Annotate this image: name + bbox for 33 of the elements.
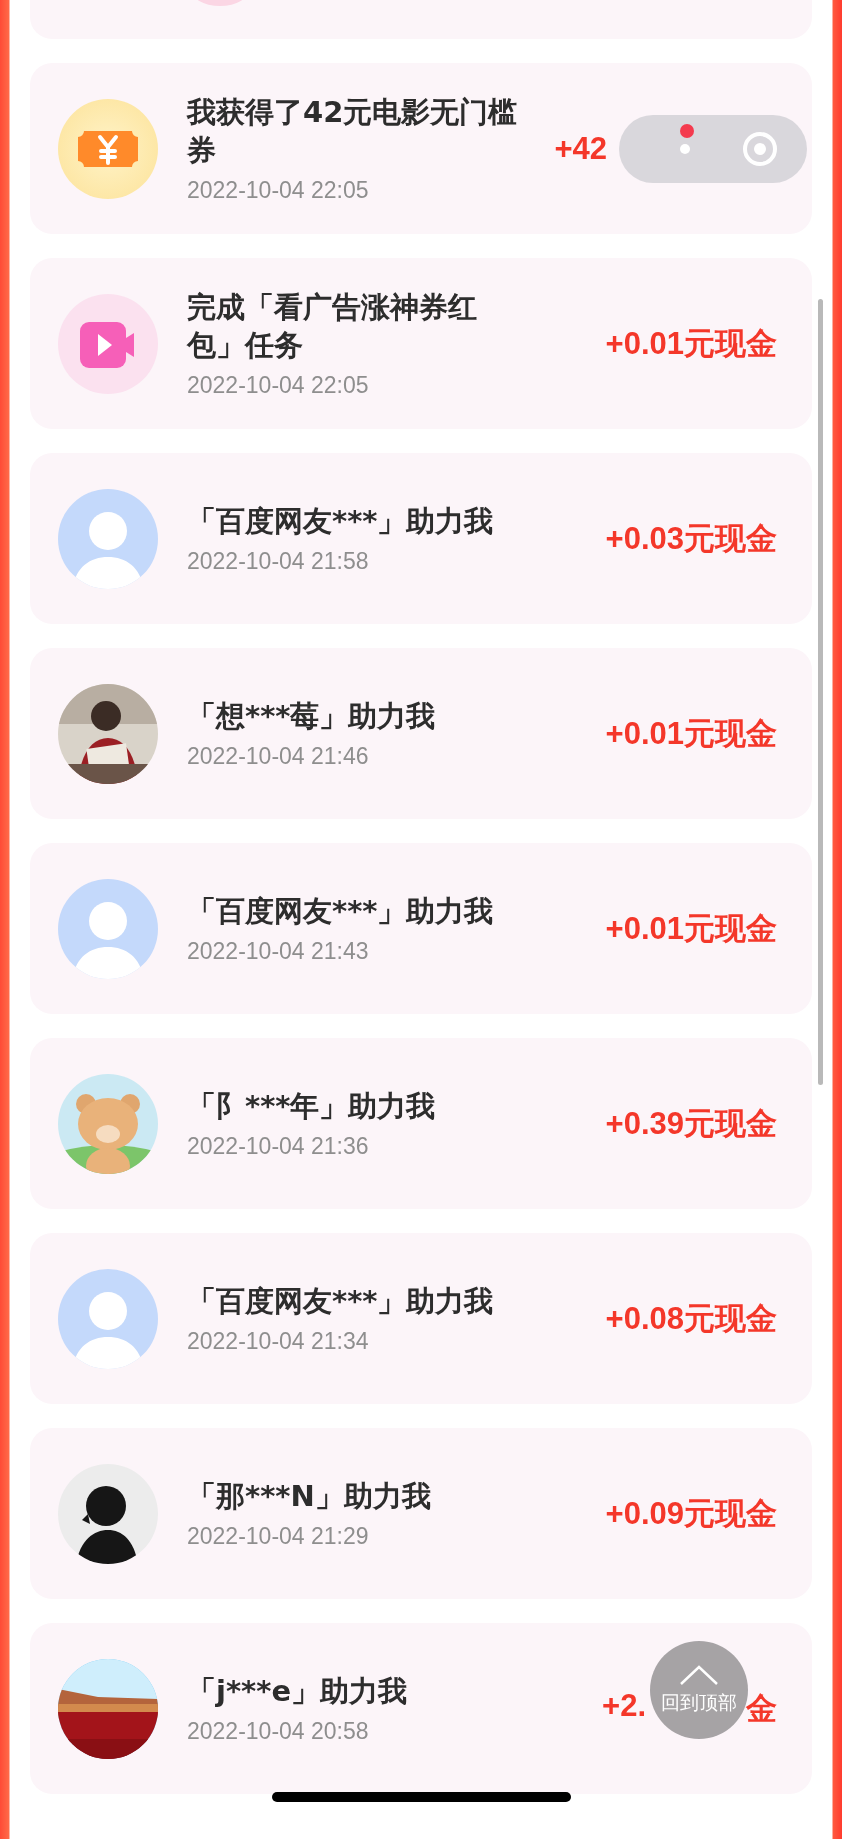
- cash-amount: 金: [746, 1689, 777, 1728]
- record-time: 2022-10-04 21:36: [187, 1133, 370, 1160]
- record-title: 「百度网友***」助力我: [187, 1283, 495, 1320]
- cash-amount: +0.01元现金: [605, 714, 777, 753]
- record-title: 「阝***年」助力我: [187, 1088, 437, 1125]
- record-time: 2022-10-04 21:34: [187, 1328, 370, 1355]
- record-time: 2022-10-04 22:05: [187, 372, 370, 399]
- record-time: 2022-10-04 21:29: [187, 1523, 370, 1550]
- record-title: 「j***e」助力我: [187, 1673, 409, 1710]
- record-title: 「那***N」助力我: [187, 1478, 432, 1515]
- cash-amount: +0.01元现金: [605, 909, 777, 948]
- cash-amount: +0.08元现金: [605, 1299, 777, 1338]
- chevron-up-icon: [679, 1664, 719, 1686]
- ticket-icon: [58, 98, 158, 199]
- record-title: 「百度网友***」助力我: [187, 893, 495, 930]
- record-title: 「百度网友***」助力我: [187, 503, 495, 540]
- notification-dot: [680, 124, 694, 138]
- record-time: 2022-10-04 20:58: [187, 1718, 370, 1745]
- record-time: 2022-10-04 21:58: [187, 548, 370, 575]
- cash-amount: +0.01元现金: [605, 324, 777, 363]
- record-title: 「想***莓」助力我: [187, 698, 437, 735]
- cash-amount: +2.: [602, 1687, 646, 1725]
- cash-amount: +0.39元现金: [605, 1104, 777, 1143]
- video-icon: [58, 293, 158, 394]
- record-title: 完成「看广告涨神券红包」任务: [187, 289, 478, 364]
- more-icon: [679, 143, 691, 155]
- cash-amount: +0.09元现金: [605, 1494, 777, 1533]
- record-time: 2022-10-04 21:43: [187, 938, 370, 965]
- cash-amount: +0.03元现金: [605, 519, 777, 558]
- record-time: 2022-10-04 21:46: [187, 743, 370, 770]
- record-title: 我获得了42元电影无门槛券: [187, 94, 519, 169]
- record-time: 2022-10-04 22:05: [187, 177, 370, 204]
- cash-amount: +42: [554, 130, 607, 167]
